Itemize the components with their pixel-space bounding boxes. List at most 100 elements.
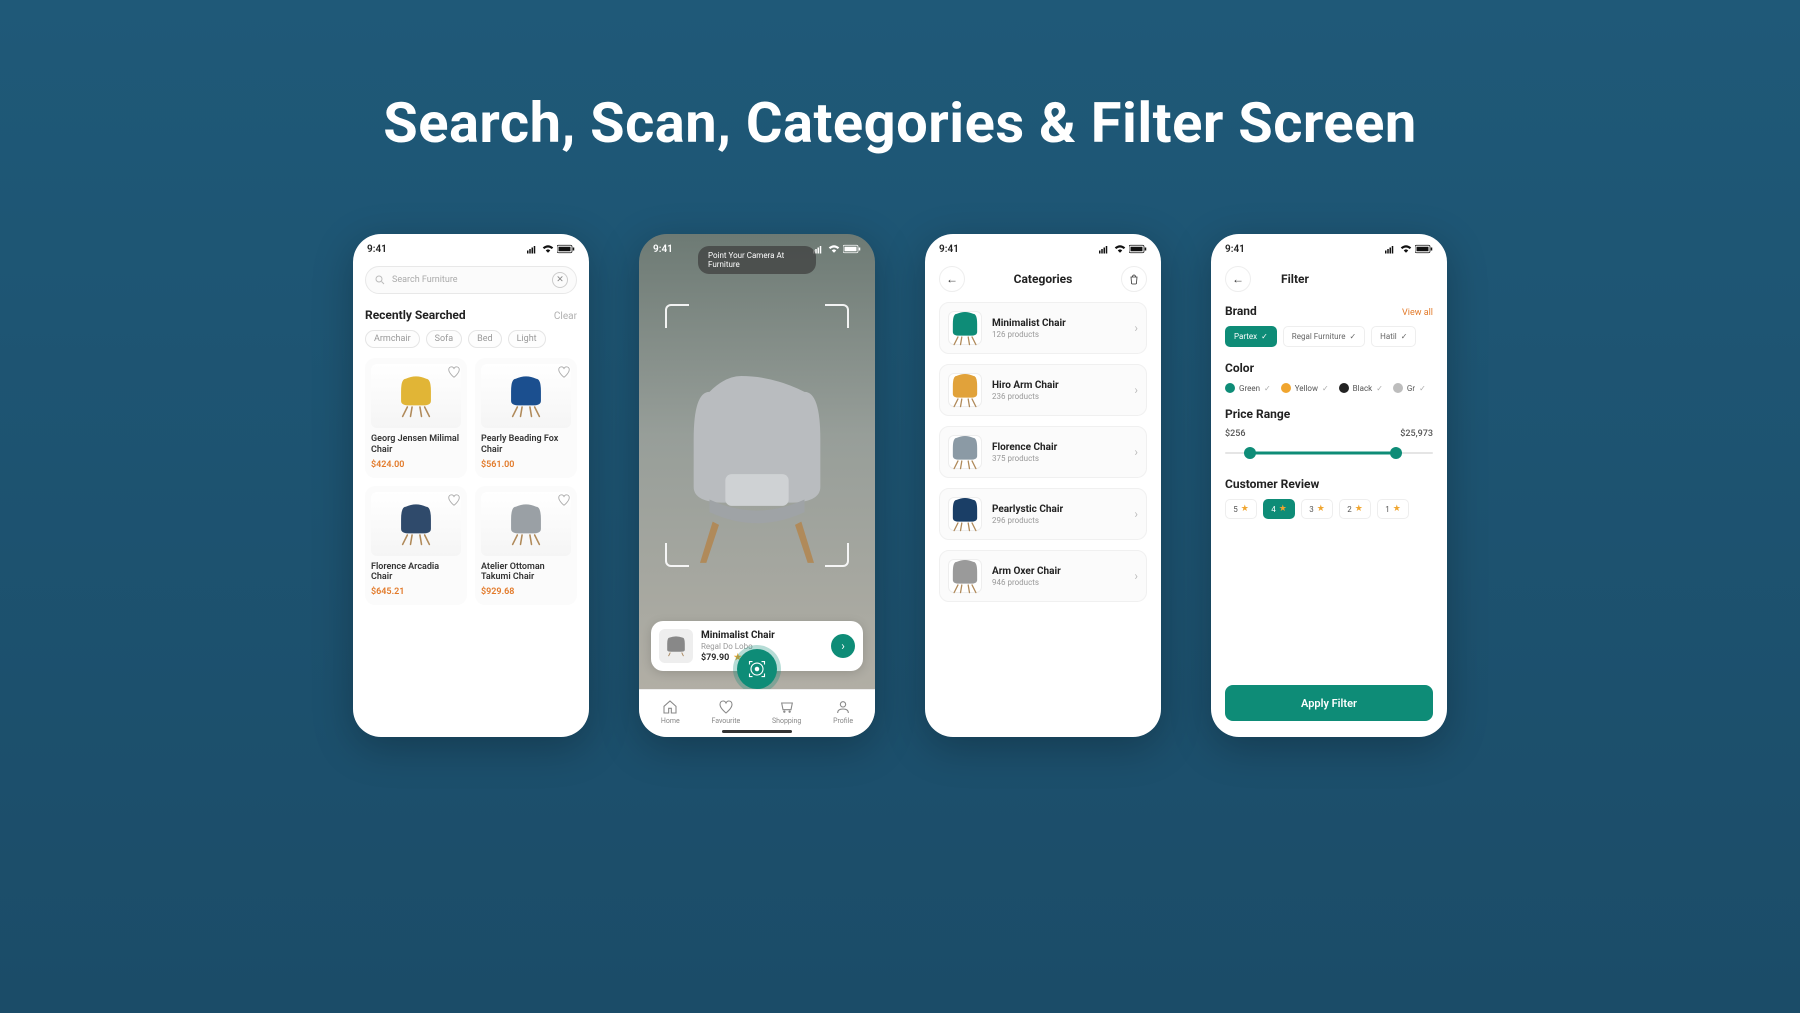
color-swatch xyxy=(1339,383,1349,393)
product-name: Georg Jensen Milimal Chair xyxy=(371,434,461,456)
favourite-button[interactable] xyxy=(447,364,461,378)
check-icon: ✓ xyxy=(1376,384,1383,393)
status-bar: 9:41 xyxy=(353,234,589,260)
phone-search: 9:41 Search Furniture ✕ Recently Searche… xyxy=(353,234,589,737)
signal-icon xyxy=(527,243,539,255)
category-thumb xyxy=(948,497,982,531)
scan-result-go-button[interactable]: › xyxy=(831,634,855,658)
favourite-button[interactable] xyxy=(557,364,571,378)
tab-favourite[interactable]: Favourite xyxy=(711,699,740,725)
category-row[interactable]: Pearlystic Chair 296 products › xyxy=(939,488,1147,540)
review-filter-chip[interactable]: 1 ★ xyxy=(1377,499,1409,519)
cart-button[interactable] xyxy=(1121,266,1147,292)
status-icons-group xyxy=(813,243,861,255)
recent-chip[interactable]: Light xyxy=(508,330,546,348)
phone-scan: 9:41 Point Your Camera At Furniture xyxy=(639,234,875,737)
review-filter-chip[interactable]: 3 ★ xyxy=(1301,499,1333,519)
status-time: 9:41 xyxy=(1225,244,1245,255)
battery-icon xyxy=(1415,243,1433,255)
product-name: Pearly Beading Fox Chair xyxy=(481,434,571,456)
product-card[interactable]: Pearly Beading Fox Chair $561.00 xyxy=(475,358,577,478)
color-swatch xyxy=(1225,383,1235,393)
status-icons-group xyxy=(527,243,575,255)
view-all-brands-link[interactable]: View all xyxy=(1402,308,1433,318)
slider-knob-min[interactable] xyxy=(1244,447,1256,459)
tab-label: Home xyxy=(661,717,680,725)
product-card[interactable]: Florence Arcadia Chair $645.21 xyxy=(365,486,467,606)
back-button[interactable]: ← xyxy=(939,266,965,292)
heart-icon xyxy=(718,699,734,715)
category-thumb xyxy=(948,435,982,469)
scanned-chair-image xyxy=(677,376,837,566)
color-section-title: Color xyxy=(1225,361,1433,375)
product-name: Atelier Ottoman Takumi Chair xyxy=(481,562,571,584)
wifi-icon xyxy=(542,243,554,255)
recent-chip[interactable]: Armchair xyxy=(365,330,420,348)
search-icon xyxy=(374,274,386,286)
user-icon xyxy=(835,699,851,715)
color-option[interactable]: Gr ✓ xyxy=(1393,383,1426,393)
star-icon: ★ xyxy=(1355,504,1363,514)
category-row[interactable]: Minimalist Chair 126 products › xyxy=(939,302,1147,354)
status-bar: 9:41 xyxy=(1211,234,1447,260)
brand-chip[interactable]: Partex ✓ xyxy=(1225,326,1277,347)
color-option[interactable]: Green ✓ xyxy=(1225,383,1271,393)
tab-home[interactable]: Home xyxy=(661,699,680,725)
search-placeholder: Search Furniture xyxy=(392,275,458,285)
status-bar: 9:41 xyxy=(925,234,1161,260)
tab-label: Profile xyxy=(833,717,853,725)
home-indicator xyxy=(722,730,792,733)
clear-recent-button[interactable]: Clear xyxy=(554,311,577,322)
recent-chip[interactable]: Bed xyxy=(468,330,501,348)
category-row[interactable]: Florence Chair 375 products › xyxy=(939,426,1147,478)
check-icon: ✓ xyxy=(1419,384,1426,393)
category-row[interactable]: Arm Oxer Chair 946 products › xyxy=(939,550,1147,602)
category-count: 236 products xyxy=(992,392,1124,401)
category-count: 375 products xyxy=(992,454,1124,463)
category-row[interactable]: Hiro Arm Chair 236 products › xyxy=(939,364,1147,416)
product-price: $645.21 xyxy=(371,587,461,597)
review-filter-chip[interactable]: 2 ★ xyxy=(1339,499,1371,519)
camera-hint: Point Your Camera At Furniture xyxy=(698,246,816,274)
tab-label: Favourite xyxy=(711,717,740,725)
favourite-button[interactable] xyxy=(557,492,571,506)
check-icon: ✓ xyxy=(1322,384,1329,393)
category-thumb xyxy=(948,559,982,593)
category-count: 946 products xyxy=(992,578,1124,587)
wifi-icon xyxy=(1400,243,1412,255)
price-range-slider[interactable] xyxy=(1225,443,1433,463)
product-card[interactable]: Atelier Ottoman Takumi Chair $929.68 xyxy=(475,486,577,606)
category-name: Florence Chair xyxy=(992,442,1124,453)
product-name: Florence Arcadia Chair xyxy=(371,562,461,584)
clear-search-button[interactable]: ✕ xyxy=(552,272,568,288)
check-icon: ✓ xyxy=(1261,332,1268,341)
chevron-right-icon: › xyxy=(1134,569,1138,583)
recent-chip[interactable]: Sofa xyxy=(426,330,463,348)
wifi-icon xyxy=(1114,243,1126,255)
back-button[interactable]: ← xyxy=(1225,266,1251,292)
wifi-icon xyxy=(828,243,840,255)
review-filter-chip[interactable]: 5 ★ xyxy=(1225,499,1257,519)
product-card[interactable]: Georg Jensen Milimal Chair $424.00 xyxy=(365,358,467,478)
tab-shopping[interactable]: Shopping xyxy=(772,699,801,725)
review-section-title: Customer Review xyxy=(1225,477,1433,491)
status-time: 9:41 xyxy=(367,244,387,255)
brand-chip[interactable]: Hatil ✓ xyxy=(1371,326,1416,347)
categories-title: Categories xyxy=(1014,272,1073,286)
category-name: Minimalist Chair xyxy=(992,318,1124,329)
brand-chip[interactable]: Regal Furniture ✓ xyxy=(1283,326,1365,347)
color-swatch xyxy=(1281,383,1291,393)
slider-knob-max[interactable] xyxy=(1390,447,1402,459)
apply-filter-button[interactable]: Apply Filter xyxy=(1225,685,1433,721)
battery-icon xyxy=(1129,243,1147,255)
camera-icon xyxy=(748,660,766,678)
search-input[interactable]: Search Furniture ✕ xyxy=(365,266,577,294)
color-option[interactable]: Black ✓ xyxy=(1339,383,1383,393)
color-option[interactable]: Yellow ✓ xyxy=(1281,383,1329,393)
tab-profile[interactable]: Profile xyxy=(833,699,853,725)
recently-searched-title: Recently Searched xyxy=(365,308,466,322)
favourite-button[interactable] xyxy=(447,492,461,506)
review-filter-chip[interactable]: 4 ★ xyxy=(1263,499,1295,519)
scan-capture-button[interactable] xyxy=(737,649,777,689)
signal-icon xyxy=(1385,243,1397,255)
